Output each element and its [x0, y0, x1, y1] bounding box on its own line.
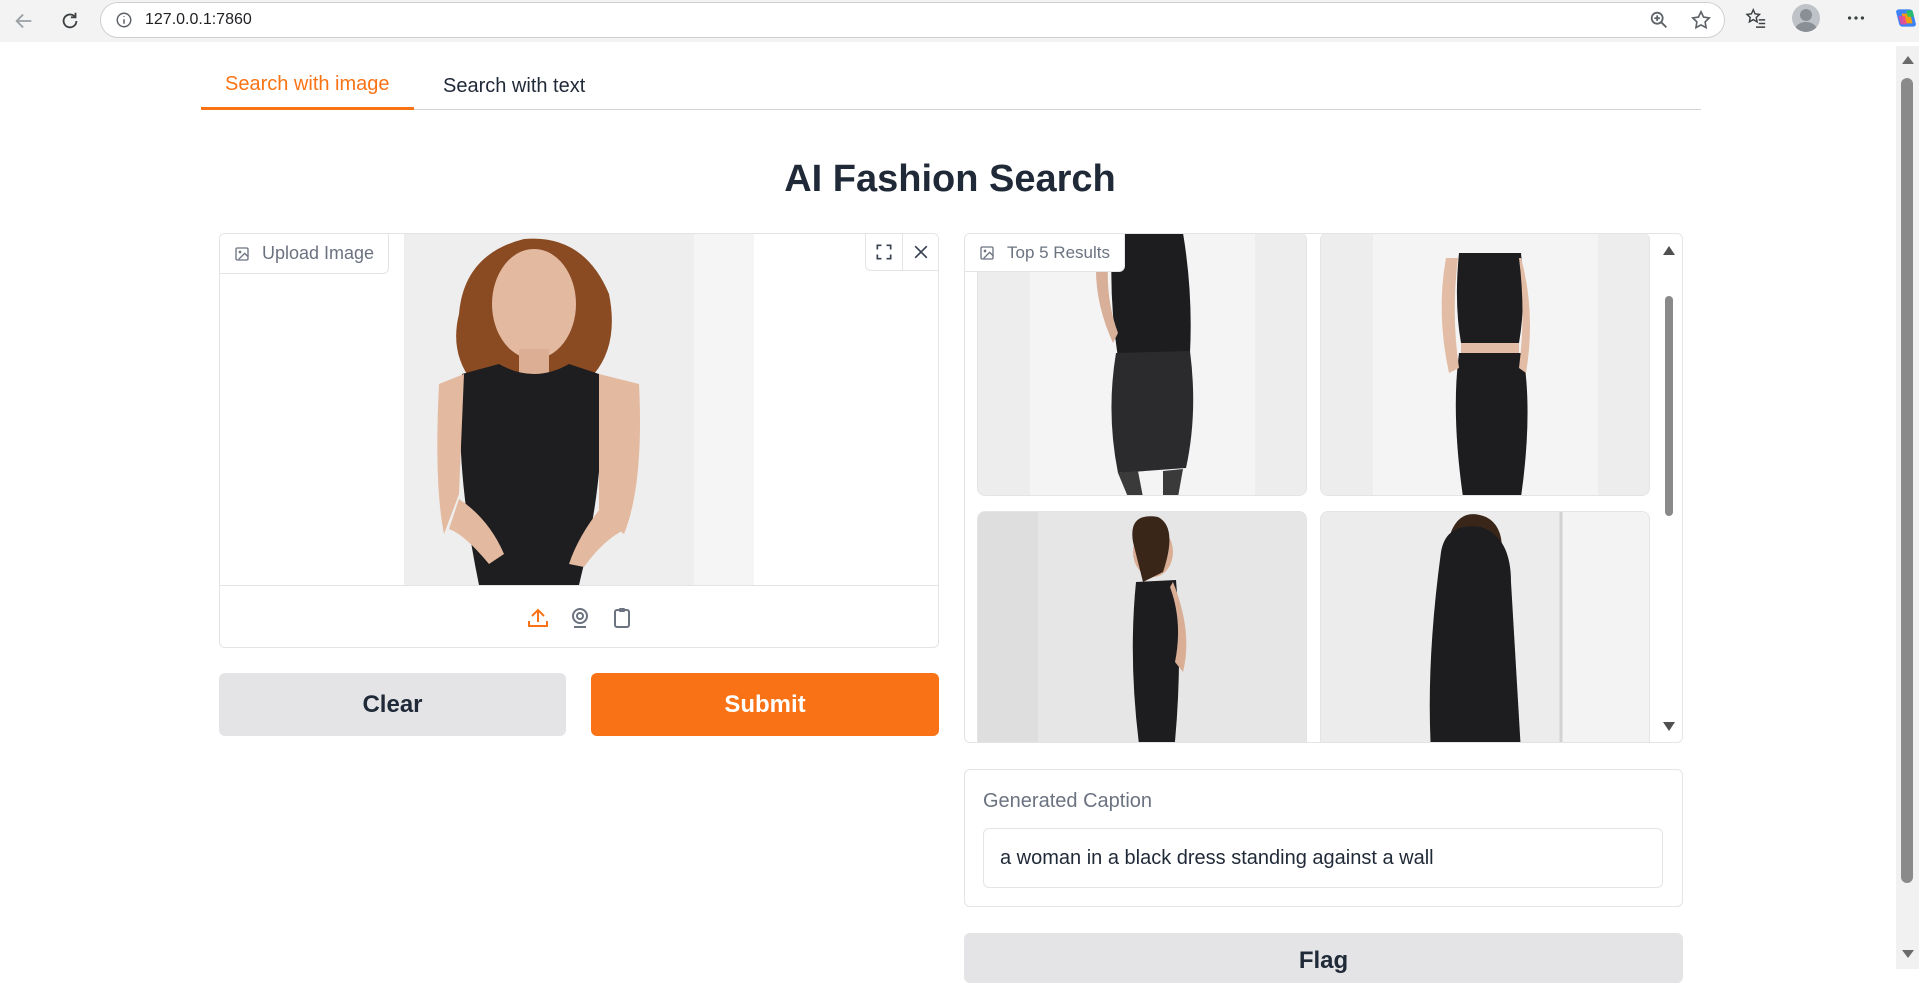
clear-image-button[interactable] [902, 234, 938, 270]
upload-image-panel[interactable]: Upload Image [219, 233, 939, 648]
favorites-list-icon [1745, 7, 1766, 28]
zoom-icon[interactable] [1648, 9, 1670, 31]
scroll-up-arrow[interactable] [1902, 56, 1914, 64]
result-photo [1321, 512, 1649, 742]
url-text: 127.0.0.1:7860 [145, 11, 252, 28]
fullscreen-icon [876, 244, 892, 260]
results-scroll-thumb[interactable] [1665, 296, 1673, 516]
upload-icon[interactable] [526, 606, 550, 630]
clear-button[interactable]: Clear [219, 673, 566, 736]
info-icon[interactable] [115, 11, 133, 29]
uploaded-image [404, 234, 754, 585]
results-gallery: Top 5 Results [964, 233, 1683, 743]
results-label-text: Top 5 Results [1007, 242, 1110, 262]
image-icon [980, 245, 994, 260]
caption-label: Generated Caption [983, 790, 1153, 812]
image-toolbar [865, 234, 938, 271]
flag-button[interactable]: Flag [964, 933, 1683, 983]
result-photo [978, 512, 1306, 742]
close-icon [914, 245, 927, 259]
more-button[interactable] [1842, 4, 1870, 32]
scrollbar-thumb[interactable] [1901, 78, 1913, 883]
browser-toolbar: 127.0.0.1:7860 [0, 0, 1919, 42]
results-panel-label: Top 5 Results [965, 234, 1125, 272]
image-source-bar [220, 585, 938, 647]
webcam-icon[interactable] [568, 606, 592, 630]
result-item[interactable] [1320, 234, 1650, 496]
favorites-list-button[interactable] [1742, 4, 1770, 32]
results-scroll-down[interactable] [1663, 722, 1675, 731]
copilot-button[interactable] [1892, 4, 1919, 32]
result-item[interactable] [977, 511, 1307, 742]
fullscreen-button[interactable] [866, 234, 902, 270]
back-icon [15, 13, 32, 29]
image-icon [235, 246, 249, 261]
profile-avatar[interactable] [1792, 4, 1820, 32]
back-button[interactable] [6, 3, 42, 39]
caption-textbox[interactable]: a woman in a black dress standing agains… [983, 828, 1663, 888]
copilot-icon [1896, 9, 1916, 27]
upload-label-text: Upload Image [262, 243, 375, 263]
results-scrollbar[interactable] [1656, 234, 1682, 742]
more-icon [1847, 16, 1865, 20]
scroll-down-arrow[interactable] [1902, 950, 1914, 958]
tab-bar: Search with image Search with text [201, 62, 1701, 110]
result-item[interactable] [1320, 511, 1650, 742]
result-item[interactable] [977, 234, 1307, 496]
reload-button[interactable] [52, 3, 88, 39]
generated-caption-panel: Generated Caption a woman in a black dre… [964, 769, 1683, 907]
result-photo [1321, 234, 1649, 495]
page-title: AI Fashion Search [784, 158, 1116, 200]
address-bar[interactable]: 127.0.0.1:7860 [100, 2, 1725, 38]
favorite-star-icon[interactable] [1690, 9, 1712, 31]
clipboard-icon[interactable] [610, 606, 634, 630]
submit-button[interactable]: Submit [591, 673, 939, 736]
tab-search-with-text[interactable]: Search with text [419, 62, 609, 110]
reload-icon [62, 12, 78, 29]
upload-panel-label: Upload Image [220, 234, 390, 274]
tab-search-with-image[interactable]: Search with image [201, 62, 414, 110]
results-scroll-up[interactable] [1663, 246, 1675, 255]
woman-in-black-dress-photo [404, 234, 754, 585]
result-photo [978, 234, 1306, 495]
